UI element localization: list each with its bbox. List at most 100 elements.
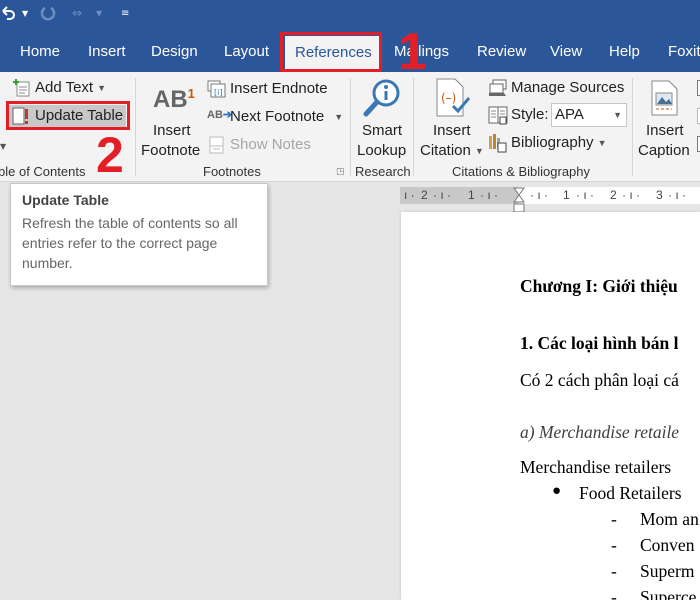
dash-icon: - [611,587,617,600]
ruler-dots: · ı · [480,188,498,202]
svg-text:[i]: [i] [214,88,222,97]
touch-mode-dropdown-icon[interactable]: ▼ [96,3,102,23]
document-page[interactable]: Chương I: Giới thiệu 1. Các loại hình bá… [401,212,700,600]
ruler-dots: · ı · [433,188,451,202]
ruler-tick-label: 1 [563,188,570,202]
tab-help[interactable]: Help [609,32,640,72]
bibliography-button[interactable]: Bibliography ▼ [511,134,606,151]
annotation-box-references [280,32,382,72]
undo-dropdown-icon[interactable]: ▼ [22,3,28,23]
tab-foxit[interactable]: Foxit [668,32,700,72]
annotation-step-1: 1 [398,23,427,81]
next-footnote-label: Next Footnote [230,108,325,125]
ruler-dots: · ı · [576,188,594,202]
toc-group-label: ble of Contents [0,164,86,179]
annotation-step-2: 2 [96,127,124,183]
manage-sources-button[interactable]: Manage Sources [511,79,624,96]
doc-sub-item: Superm [640,561,695,581]
tab-view[interactable]: View [550,32,582,72]
manage-sources-icon [488,79,508,101]
word-window: ▼ ⇔ ▼ ≡ Home Insert Design Layout Refere… [0,0,700,600]
insert-citation-icon: (–) [435,78,471,122]
insert-footnote-label-2[interactable]: Footnote [141,142,200,159]
svg-text:(–): (–) [441,91,456,105]
ruler-dots: · ı · [668,188,686,202]
tab-layout[interactable]: Layout [224,32,269,72]
chevron-down-icon: ▼ [474,146,484,157]
ruler-dots: · ı · [622,188,640,202]
citations-group-label: Citations & Bibliography [452,164,591,179]
chevron-down-icon: ▼ [97,83,107,94]
tab-review[interactable]: Review [477,32,526,72]
next-footnote-icon: AB➔ [207,109,233,121]
ruler-tick-label: 2 [421,188,428,202]
citation-style-value: APA [555,106,584,123]
dash-icon: - [611,535,617,555]
annotation-box-update-table [6,101,130,130]
insert-citation-label-1[interactable]: Insert [433,122,471,139]
bullet-icon: ● [552,483,562,499]
chevron-down-icon: ▼ [334,112,344,123]
doc-paragraph: Có 2 cách phân loại cá [520,370,679,390]
redo-icon[interactable] [40,3,56,23]
insert-footnote-label-1[interactable]: Insert [153,122,191,139]
tab-design[interactable]: Design [151,32,198,72]
insert-citation-label-2: Citation [420,142,471,159]
doc-subheading: a) Merchandise retaile [520,422,680,442]
doc-heading: Chương I: Giới thiệu [520,276,678,296]
citation-style-select[interactable]: APA ▼ [551,103,627,127]
doc-bullet-item: Food Retailers [579,483,682,503]
undo-icon[interactable] [0,3,16,23]
show-notes-icon [209,136,225,158]
insert-footnote-icon: AB1 [153,86,195,113]
touch-mode-icon[interactable]: ⇔ [72,3,82,23]
add-text-label: Add Text [35,79,94,96]
tab-insert[interactable]: Insert [88,32,126,72]
doc-sub-item: Conven [640,535,695,555]
insert-citation-button[interactable]: Citation ▼ [420,142,484,159]
customize-quick-access-icon[interactable]: ≡ [121,3,129,23]
tooltip-title: Update Table [22,192,109,208]
chevron-down-icon: ▼ [613,110,622,120]
bibliography-icon [488,133,508,157]
group-separator [632,78,633,176]
ruler-tick-label: 2 [610,188,617,202]
tab-home[interactable]: Home [20,32,60,72]
insert-caption-label-2[interactable]: Caption [638,142,690,159]
dash-icon: - [611,561,617,581]
insert-endnote-button[interactable]: Insert Endnote [230,80,328,97]
add-text-button[interactable]: Add Text ▼ [35,79,106,96]
dash-icon: - [611,509,617,529]
doc-sub-item: Mom an [640,509,699,529]
ribbon-references: Add Text ▼ Update Table 2 ▼ ble of Conten… [0,72,700,182]
ruler-dots: ı · [404,188,415,202]
smart-lookup-label-2[interactable]: Lookup [357,142,406,159]
doc-body-line: Merchandise retailers [520,457,672,477]
insert-caption-icon [651,80,679,120]
toc-dropdown-icon[interactable]: ▼ [0,142,6,151]
footnotes-dialog-launcher-icon[interactable]: ◳ [336,167,345,177]
update-table-tooltip: Update Table Refresh the table of conten… [10,183,268,286]
group-separator [350,78,351,176]
smart-lookup-label-1[interactable]: Smart [362,122,402,139]
style-icon [488,106,508,130]
ruler-left-margin [400,187,518,204]
ruler-tick-label: 1 [468,188,475,202]
group-separator [135,78,136,176]
insert-endnote-icon: [i] [207,80,227,102]
smart-lookup-icon [362,78,402,122]
chevron-down-icon: ▼ [597,138,607,149]
next-footnote-button[interactable]: Next Footnote ▼ [230,108,343,125]
tooltip-body: Refresh the table of contents so all ent… [22,215,238,271]
title-bar: ▼ ⇔ ▼ ≡ [0,0,700,32]
show-notes-button[interactable]: Show Notes [230,136,311,153]
horizontal-ruler[interactable]: ı · 2 · ı · 1 · ı · · ı · 1 · ı · 2 · ı … [400,187,700,213]
doc-sub-item: Superce [640,587,697,600]
bibliography-label: Bibliography [511,134,594,151]
add-text-icon [13,79,31,101]
insert-caption-label-1[interactable]: Insert [646,122,684,139]
style-label: Style: [511,106,549,123]
footnotes-group-label: Footnotes [203,164,261,179]
ruler-tick-label: 3 [656,188,663,202]
doc-section-heading: 1. Các loại hình bán l [520,333,679,353]
